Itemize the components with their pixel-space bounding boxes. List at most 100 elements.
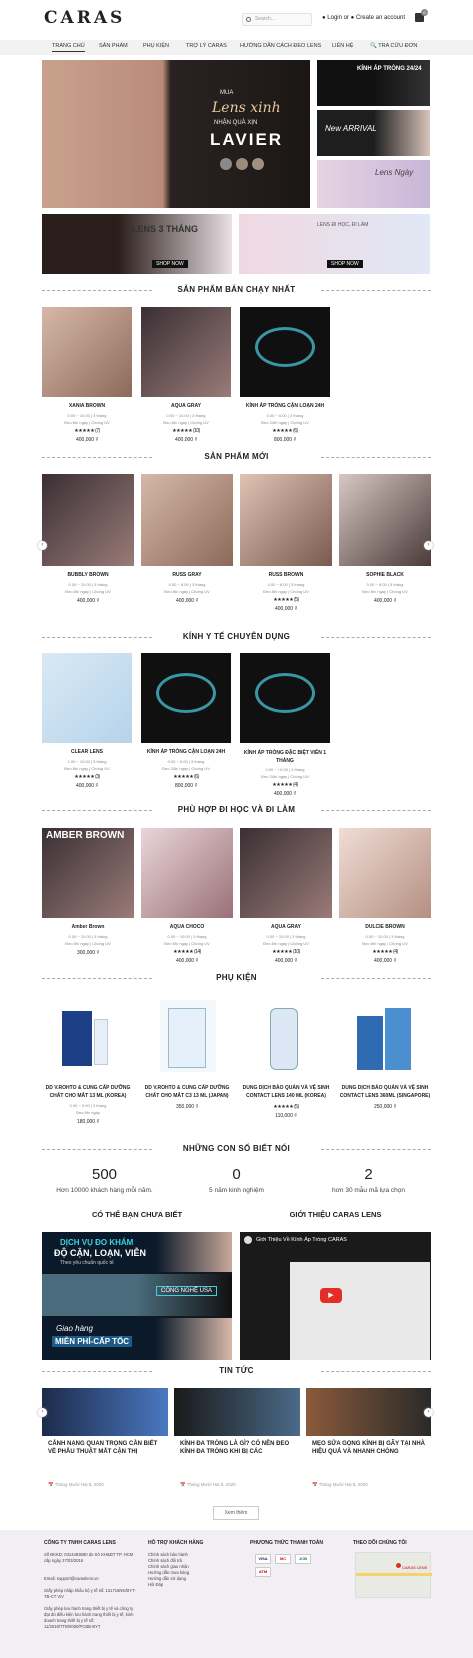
nav-assistant[interactable]: TRỢ LÝ CARAS: [186, 43, 227, 49]
product-image[interactable]: [240, 474, 332, 566]
product-name[interactable]: RUSS BROWN: [240, 572, 332, 578]
product-name[interactable]: KÍNH ÁP TRÒNG CẬN LOẠN 24H: [141, 749, 231, 755]
atm-icon: ATM: [255, 1567, 271, 1577]
product-rating: ★★★★★ (7): [42, 428, 132, 434]
section-title-accessories: PHỤ KIỆN: [42, 973, 431, 982]
nav-order-lookup[interactable]: 🔍 TRA CỨU ĐƠN: [370, 43, 417, 49]
product-image[interactable]: [160, 1000, 216, 1072]
main-banner[interactable]: MUA Lens xinh NHẬN QUÀ XỊN LAVIER: [42, 60, 310, 208]
site-logo[interactable]: CARAS: [44, 8, 125, 28]
account-links: ● Login or ● Create an account: [322, 15, 405, 21]
banner-text: LENS 3 THÁNG: [132, 224, 199, 234]
product-name[interactable]: AQUA GRAY: [141, 403, 231, 409]
login-link[interactable]: Login: [327, 15, 342, 21]
product-spec: 0.00 ~ 10.00 | 3 tháng: [68, 934, 108, 939]
product-rating: ★★★★★ (5): [240, 597, 332, 603]
product-name[interactable]: CLEAR LENS: [42, 749, 132, 755]
map-embed[interactable]: CARAS LENS: [355, 1552, 432, 1598]
promo-text: Theo yêu chuẩn quốc tế: [60, 1260, 114, 1266]
product-name[interactable]: AQUA GRAY: [240, 924, 332, 930]
product-image[interactable]: [240, 828, 332, 918]
product-image[interactable]: [141, 653, 231, 743]
product-name[interactable]: KÍNH ÁP TRÒNG ĐẶC BIỆT VIỄN 1 THÁNG: [240, 749, 330, 765]
jcb-icon: JCB: [295, 1554, 311, 1564]
product-image[interactable]: [240, 307, 330, 397]
product-spec: 0.00 ~ 6.00 | 3 tháng: [167, 759, 205, 764]
product-box: [385, 1008, 411, 1070]
section-title-intro: GIỚI THIỆU CARAS LENS: [289, 1210, 382, 1219]
news-title[interactable]: MẸO SỬA GỌNG KÍNH BỊ GÃY TẠI NHÀ HIỆU QU…: [312, 1440, 428, 1456]
video-title: Giới Thiệu Về Kính Áp Tròng CARAS: [256, 1237, 347, 1243]
footer-link[interactable]: Hỏi Đáp: [148, 1582, 163, 1588]
product-image[interactable]: [141, 828, 233, 918]
search-input[interactable]: Search...: [242, 13, 312, 26]
rating-stars: ★★★★★: [272, 949, 293, 955]
product-image[interactable]: [266, 1002, 302, 1072]
product-name[interactable]: DUNG DỊCH BẢO QUẢN VÀ VỆ SINH CONTACT LE…: [339, 1084, 431, 1100]
stat-number: 500: [91, 1166, 118, 1183]
product-name[interactable]: KÍNH ÁP TRÒNG CẬN LOẠN 24H: [240, 403, 330, 409]
product-image[interactable]: [141, 474, 233, 566]
product-price: 400,000 ₫: [373, 598, 397, 604]
product-image[interactable]: [240, 653, 330, 743]
product-name[interactable]: BUBBLY BROWN: [42, 572, 134, 578]
side-banner-24h[interactable]: KÍNH ÁP TRÒNG 24/24: [317, 60, 430, 106]
news-image[interactable]: [306, 1388, 431, 1436]
product-image[interactable]: [60, 1003, 112, 1071]
video-player[interactable]: Giới Thiệu Về Kính Áp Tròng CARAS ▶: [240, 1232, 431, 1360]
news-image[interactable]: [42, 1388, 168, 1436]
product-name[interactable]: DD V.ROHTO & CUNG CẤP DƯỠNG CHẤT CHO MẮT…: [141, 1084, 233, 1100]
news-prev-arrow[interactable]: ‹: [38, 1408, 47, 1417]
product-spec: 0.00 ~ 10.00 | 3 tháng: [365, 934, 405, 939]
map-pin-icon: [396, 1563, 401, 1568]
product-image[interactable]: [42, 474, 134, 566]
product-name[interactable]: XANIA BROWN: [42, 403, 132, 409]
shop-now-button[interactable]: SHOP NOW: [327, 260, 363, 268]
product-name[interactable]: DD V.ROHTO & CUNG CẤP DƯỠNG CHẤT CHO MẮT…: [42, 1084, 134, 1100]
product-image[interactable]: [42, 653, 132, 743]
product-image[interactable]: [42, 307, 132, 397]
banner-3-month[interactable]: LENS 3 THÁNG SHOP NOW: [42, 214, 232, 274]
product-name[interactable]: SOPHIE BLACK: [339, 572, 431, 578]
cart-icon[interactable]: 0: [415, 9, 428, 22]
nav-order-lookup-label: TRA CỨU ĐƠN: [378, 43, 418, 49]
nav-contact[interactable]: LIÊN HỆ: [332, 43, 353, 49]
product-name[interactable]: DUNG DỊCH BẢO QUẢN VÀ VỆ SINH CONTACT LE…: [240, 1084, 332, 1100]
view-more-button[interactable]: Xem thêm: [213, 1506, 259, 1520]
banner-school-work[interactable]: LENS ĐI HỌC, ĐI LÀM SHOP NOW: [239, 214, 430, 274]
side-banner-daily[interactable]: Lens Ngày: [317, 160, 430, 208]
product-price: 250,000 ₫: [373, 1104, 397, 1110]
nav-guide[interactable]: HƯỚNG DẪN CÁCH ĐEO LENS: [240, 43, 321, 49]
play-icon[interactable]: ▶: [320, 1288, 342, 1303]
footer-email[interactable]: Email: support@caraslens.vn: [44, 1576, 139, 1582]
news-next-arrow[interactable]: ›: [424, 1408, 433, 1417]
carousel-next-arrow[interactable]: ›: [424, 541, 433, 550]
product-name[interactable]: Amber Brown: [42, 924, 134, 930]
product-spec: Đeo 8h/ ngày | Chống UV: [164, 941, 210, 946]
product-rating: ★★★★★ (4): [240, 782, 330, 788]
product-image[interactable]: [355, 1002, 415, 1072]
promo-collage[interactable]: DỊCH VỤ ĐO KHÁM ĐỘ CẬN, LOẠN, VIỄN Theo …: [42, 1232, 232, 1360]
nav-products[interactable]: SẢN PHẨM: [99, 43, 128, 49]
product-name[interactable]: DULCIE BROWN: [339, 924, 431, 930]
news-title[interactable]: CẢNH NẠNG QUAN TRỌNG CẦN BIẾT VỀ PHẪU TH…: [48, 1440, 164, 1456]
product-name[interactable]: AQUA CHOCO: [141, 924, 233, 930]
product-spec: 1.00 ~ 10.00 | 3 tháng: [67, 759, 107, 764]
news-image[interactable]: [174, 1388, 300, 1436]
carousel-prev-arrow[interactable]: ‹: [38, 541, 47, 550]
search-placeholder: Search...: [255, 16, 276, 22]
product-image[interactable]: AMBER BROWN: [42, 828, 134, 918]
news-title[interactable]: KÍNH ĐA TRÒNG LÀ GÌ? CÓ NÊN ĐEO KÍNH ĐA …: [180, 1440, 296, 1456]
product-image[interactable]: [339, 828, 431, 918]
nav-home[interactable]: TRANG CHỦ: [52, 43, 85, 52]
rating-count: (10): [292, 949, 300, 955]
create-account-link[interactable]: Create an account: [356, 15, 405, 21]
side-banner-new[interactable]: New ARRIVAL: [317, 110, 430, 156]
product-image[interactable]: [339, 474, 431, 566]
shop-now-button[interactable]: SHOP NOW: [152, 260, 188, 268]
product-image[interactable]: [141, 307, 231, 397]
nav-accessories[interactable]: PHỤ KIỆN: [143, 43, 169, 49]
product-price: 400,000 ₫: [274, 606, 298, 612]
product-name[interactable]: RUSS GRAY: [141, 572, 233, 578]
product-bottle: [270, 1008, 298, 1070]
